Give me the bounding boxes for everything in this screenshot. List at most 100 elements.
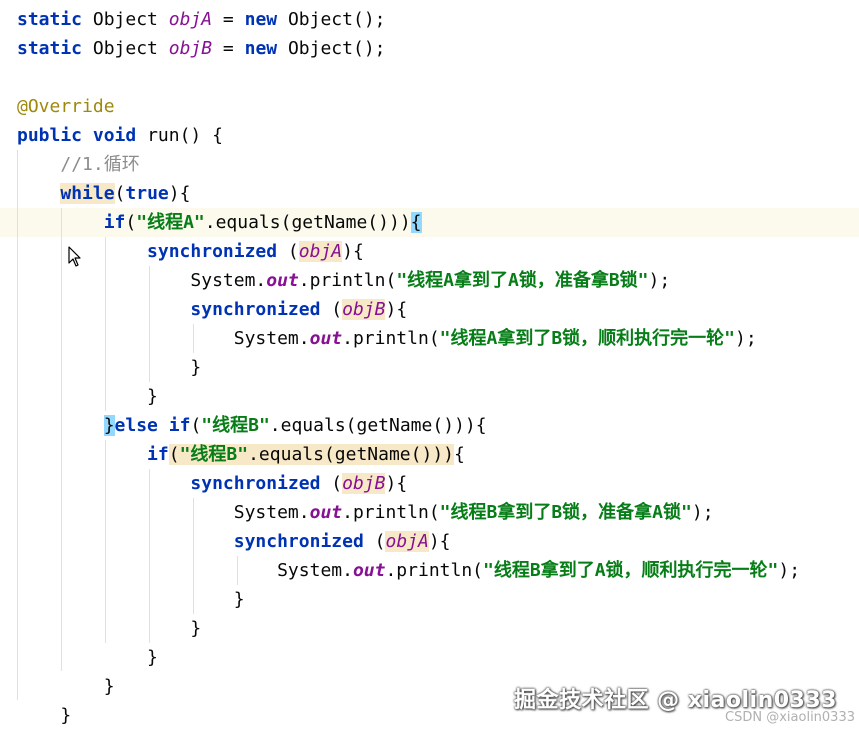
watermark-csdn: CSDN @xiaolin0333 [725,710,855,725]
indent-guide [193,324,194,353]
code-line[interactable]: } [0,382,859,411]
indent-guide [237,556,238,585]
code-token: ){ [385,473,408,494]
code-token: synchronized [147,241,278,262]
code-token: new [244,9,278,30]
code-line[interactable]: static Object objA = new Object(); [0,5,859,34]
code-token: "线程B" [201,415,270,436]
code-token: ( [168,444,180,465]
code-token: synchronized [233,531,364,552]
code-token: ( [125,212,137,233]
code-token: System. [233,502,310,523]
code-line[interactable]: if("线程B".equals(getName())){ [0,440,859,469]
code-token: run() { [136,125,223,146]
code-line[interactable]: } [0,643,859,672]
code-token: "线程A" [136,212,205,233]
code-token: ( [363,531,386,552]
code-line[interactable]: public void run() { [0,121,859,150]
code-token: out [266,270,299,291]
indent-guide [105,237,106,411]
code-token: out [309,328,343,349]
code-token: static [17,9,83,30]
code-line[interactable]: while(true){ [0,179,859,208]
code-token: objB [168,38,213,59]
code-token: } [17,647,158,668]
mouse-pointer-icon [68,246,81,267]
code-editor[interactable]: static Object objA = new Object(); static… [0,0,859,733]
code-token: ){ [385,299,408,320]
code-token: if [103,212,126,233]
code-token: static [17,38,83,59]
code-line[interactable]: } [0,353,859,382]
code-token: .println( [342,502,440,523]
code-token: //1.循环 [60,154,140,175]
code-token: "线程B" [179,444,249,465]
code-line[interactable]: } [0,585,859,614]
code-token: { [410,212,422,233]
indent-guide [193,498,194,614]
code-line[interactable]: @Override [0,92,859,121]
code-token: objA [298,241,343,262]
code-token: while [60,183,115,204]
code-line[interactable]: }else if("线程B".equals(getName())){ [0,411,859,440]
code-line[interactable]: synchronized (objA){ [0,527,859,556]
code-token: .println( [298,270,397,291]
code-token: new [244,38,278,59]
code-token: System. [277,560,353,581]
code-token: out [352,560,386,581]
code-line[interactable]: System.out.println("线程A拿到了A锁，准备拿B锁"); [0,266,859,295]
code-token: ( [320,473,343,494]
code-token: Object [82,9,169,30]
code-line-current[interactable]: if("线程A".equals(getName())){ [0,208,859,237]
code-token: synchronized [190,299,321,320]
code-token: ( [114,183,126,204]
code-token: ( [190,415,202,436]
code-token: .println( [342,328,440,349]
indent-guide [105,440,106,643]
code-token: } [17,618,202,639]
indent-guide [17,150,18,700]
code-token: Object [82,38,169,59]
code-line[interactable]: //1.循环 [0,150,859,179]
code-line[interactable]: } [0,614,859,643]
code-token: ); [735,328,757,349]
code-token: objA [385,531,429,552]
code-token: if [147,444,169,465]
code-token: "线程B拿到了A锁，顺利执行完一轮" [483,560,779,581]
code-token: ){ [428,531,451,552]
code-token: } [17,589,245,610]
code-token: ); [648,270,671,291]
code-token: ) [443,444,455,465]
code-line[interactable]: synchronized (objB){ [0,295,859,324]
code-token: .println( [385,560,484,581]
code-token: true [125,183,169,204]
code-token: System. [190,270,267,291]
code-line[interactable] [0,63,859,92]
indent-guide [61,208,62,671]
code-line[interactable]: static Object objB = new Object(); [0,34,859,63]
code-token: ); [691,502,714,523]
code-line[interactable]: synchronized (objB){ [0,469,859,498]
code-line[interactable]: synchronized (objA){ [0,237,859,266]
code-token: ( [320,299,343,320]
code-token: } [17,705,72,726]
code-token: "线程A拿到了B锁，顺利执行完一轮" [439,328,736,349]
code-line[interactable]: System.out.println("线程A拿到了B锁，顺利执行完一轮"); [0,324,859,353]
code-token: ){ [342,241,364,262]
code-token: objA [168,9,213,30]
code-token: } [103,415,115,436]
code-line[interactable]: System.out.println("线程B拿到了A锁，顺利执行完一轮"); [0,556,859,585]
code-line[interactable]: System.out.println("线程B拿到了B锁，准备拿A锁"); [0,498,859,527]
code-token: Object(); [277,38,386,59]
